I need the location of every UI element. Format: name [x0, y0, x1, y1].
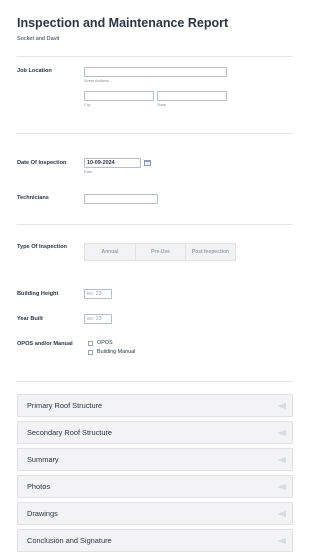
state-sublabel: State: [157, 103, 166, 107]
city-input[interactable]: [84, 91, 154, 101]
expand-arrow-icon: [277, 484, 286, 490]
technicians-input[interactable]: [84, 194, 158, 204]
state-input[interactable]: [157, 91, 227, 101]
expand-arrow-icon: [277, 403, 286, 409]
year-built-label: Year Built: [17, 316, 43, 322]
expand-arrow-icon: [277, 511, 286, 517]
street-address-input[interactable]: [84, 67, 227, 77]
building-manual-checkbox-label: Building Manual: [97, 349, 136, 355]
street-address-sublabel: Street Address: [84, 79, 109, 83]
page-subtitle: Socket and Davit: [17, 36, 60, 42]
section-conclusion-and-signature[interactable]: Conclusion and Signature: [17, 529, 293, 552]
section-label: Primary Roof Structure: [27, 401, 103, 410]
divider: [17, 381, 293, 382]
section-label: Drawings: [27, 509, 58, 518]
expand-arrow-icon: [277, 538, 286, 544]
divider: [17, 56, 293, 57]
divider: [17, 224, 293, 225]
technicians-label: Technicians: [17, 195, 49, 201]
year-built-input[interactable]: [84, 314, 112, 324]
building-height-input[interactable]: [84, 289, 112, 299]
section-summary[interactable]: Summary: [17, 448, 293, 471]
section-label: Photos: [27, 482, 51, 491]
building-height-label: Building Height: [17, 291, 59, 297]
opos-checkbox-label: OPOS: [97, 340, 113, 346]
section-label: Summary: [27, 455, 59, 464]
building-manual-checkbox[interactable]: [88, 350, 93, 355]
opos-checkbox[interactable]: [88, 341, 93, 346]
section-primary-roof-structure[interactable]: Primary Roof Structure: [17, 394, 293, 417]
inspection-type-post-inspection[interactable]: Post Inspection: [185, 243, 236, 261]
expand-arrow-icon: [277, 430, 286, 436]
section-label: Conclusion and Signature: [27, 536, 112, 545]
section-label: Secondary Roof Structure: [27, 428, 113, 437]
inspection-type-pre-use[interactable]: Pre-Use: [135, 243, 186, 261]
expand-arrow-icon: [277, 457, 286, 463]
section-secondary-roof-structure[interactable]: Secondary Roof Structure: [17, 421, 293, 444]
section-photos[interactable]: Photos: [17, 475, 293, 498]
divider: [17, 133, 293, 134]
inspection-type-annual[interactable]: Annual: [84, 243, 136, 261]
date-sublabel: Date: [84, 170, 93, 174]
city-sublabel: City: [84, 103, 91, 107]
calendar-icon[interactable]: [144, 160, 151, 166]
date-input[interactable]: [84, 158, 141, 168]
job-location-label: Job Location: [17, 68, 52, 74]
opos-manual-label: OPOS and/or Manual: [17, 341, 73, 347]
section-drawings[interactable]: Drawings: [17, 502, 293, 525]
page-title: Inspection and Maintenance Report: [17, 16, 229, 30]
type-of-inspection-label: Type Of Inspection: [17, 244, 67, 250]
date-of-inspection-label: Date Of Inspection: [17, 160, 67, 166]
